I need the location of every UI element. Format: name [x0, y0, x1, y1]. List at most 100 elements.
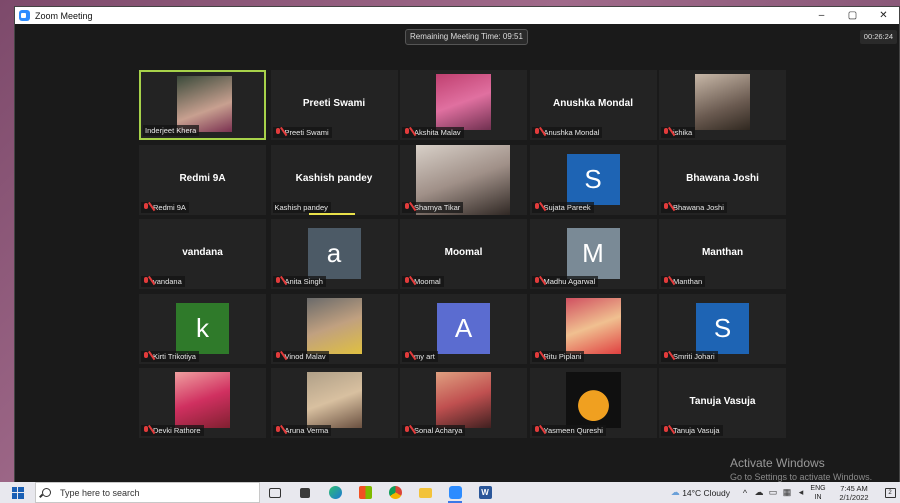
chrome-icon[interactable] — [380, 482, 410, 503]
participant-name-tag: my art — [402, 350, 438, 362]
input-language[interactable]: ENG IN — [808, 484, 828, 502]
search-icon — [42, 488, 51, 497]
participant-video — [436, 74, 491, 130]
participant-name: Sharnya Tikar — [414, 202, 461, 212]
participant-display-name: Redmi 9A — [179, 172, 226, 184]
minimize-button[interactable]: – — [806, 7, 837, 24]
participant-avatar: A — [437, 302, 490, 354]
participant-avatar: M — [566, 228, 620, 279]
zoom-icon[interactable] — [440, 482, 470, 503]
zoom-app-icon — [19, 10, 30, 21]
activate-windows-title: Activate Windows — [730, 456, 825, 470]
window-title: Zoom Meeting — [35, 10, 93, 21]
participant-name: Manthan — [673, 277, 703, 286]
participant-tile[interactable]: Kashish pandey Kashish pandey — [270, 144, 398, 215]
participant-video — [565, 372, 621, 428]
participant-tile[interactable]: ishika — [659, 70, 786, 140]
participant-name-tag: Ritu Piplani — [531, 350, 585, 362]
clock[interactable]: 7:45 AM 2/1/2022 — [828, 484, 880, 502]
participant-tile[interactable]: vandana vandana — [139, 219, 266, 289]
participant-name-tag: vandana — [141, 276, 185, 287]
participant-name: Kirti Trikotiya — [153, 351, 196, 361]
close-button[interactable]: ✕ — [868, 7, 899, 24]
participant-name: Redmi 9A — [153, 202, 186, 212]
participant-tile[interactable]: Ritu Piplani — [529, 293, 657, 364]
participant-avatar: a — [307, 228, 361, 279]
participant-name-tag: Yasmeen Qureshi — [531, 425, 606, 436]
network-icon[interactable]: ▦ — [780, 487, 794, 498]
chevron-up-icon[interactable]: ^ — [738, 488, 752, 498]
participant-tile[interactable]: Devki Rathore — [139, 368, 266, 438]
participant-name-tag: Redmi 9A — [141, 201, 189, 213]
participant-tile[interactable]: Amy art — [400, 293, 527, 364]
participant-display-name: Manthan — [701, 247, 744, 258]
notification-center-button[interactable]: 2 — [880, 482, 900, 503]
participant-video — [565, 297, 621, 354]
windows-logo-icon — [11, 486, 24, 499]
word-icon[interactable]: W — [470, 482, 500, 503]
participant-tile[interactable]: Moomal Moomal — [400, 219, 527, 289]
widgets-icon[interactable] — [290, 482, 320, 503]
participant-name: Smriti Johari — [673, 351, 715, 361]
remaining-time-badge: Remaining Meeting Time: 09:51 — [405, 29, 528, 45]
participant-tile[interactable]: Preeti Swami Preeti Swami — [270, 70, 398, 140]
mic-muted-icon — [403, 277, 411, 286]
title-bar: Zoom Meeting – ▢ ✕ — [15, 7, 899, 24]
participant-tile[interactable]: Manthan Manthan — [659, 219, 786, 289]
edge-icon[interactable] — [320, 482, 350, 503]
file-explorer-icon[interactable] — [410, 482, 440, 503]
participant-video — [306, 297, 362, 354]
participant-display-name: Moomal — [444, 247, 483, 258]
speaker-icon[interactable]: ◂ — [794, 487, 808, 498]
taskbar-search[interactable]: Type here to search — [35, 482, 260, 503]
participant-name: my art — [414, 351, 435, 361]
mic-muted-icon — [533, 128, 541, 137]
meeting-timer: 00:26:24 — [859, 30, 897, 44]
participant-name: Akshita Malav — [414, 128, 461, 137]
participant-tile[interactable]: S Smriti Johari — [659, 293, 786, 364]
participant-avatar: S — [696, 302, 749, 354]
participant-tile[interactable]: Anushka Mondal Anushka Mondal — [529, 70, 657, 140]
participant-tile[interactable]: a Anita Singh — [270, 219, 398, 289]
mic-muted-icon — [403, 426, 411, 435]
participant-video — [695, 74, 750, 130]
mic-muted-icon — [403, 202, 411, 212]
participant-name: Madhu Agarwal — [543, 277, 596, 286]
mic-muted-icon — [142, 351, 150, 361]
onedrive-icon[interactable]: ☁ — [752, 487, 766, 498]
participant-name: Bhawana Joshi — [673, 202, 724, 212]
participant-tile[interactable]: M Madhu Agarwal — [529, 219, 657, 289]
mic-muted-icon — [142, 426, 150, 435]
task-view-icon[interactable] — [260, 482, 290, 503]
maximize-button[interactable]: ▢ — [837, 7, 868, 24]
participant-tile[interactable]: Vinod Malav — [270, 293, 398, 364]
search-placeholder: Type here to search — [60, 487, 140, 498]
participant-tile[interactable]: Inderjeet Khera — [139, 70, 266, 140]
participant-name-tag: Tanuja Vasuja — [661, 425, 723, 436]
region-code: IN — [814, 493, 822, 501]
participant-name-tag: Sharnya Tikar — [402, 201, 464, 213]
participant-display-name: Tanuja Vasuja — [689, 396, 756, 407]
participant-tile[interactable]: Yasmeen Qureshi — [529, 368, 657, 438]
participant-tile[interactable]: Sharnya Tikar — [400, 144, 527, 215]
participant-tile[interactable]: Aruna Verma — [270, 368, 398, 438]
participant-name: Ritu Piplani — [543, 351, 582, 361]
store-icon[interactable] — [350, 482, 380, 503]
participant-tile[interactable]: S Sujata Pareek — [529, 144, 657, 215]
weather-text[interactable]: 14°C Cloudy — [682, 488, 730, 498]
participant-name: Yasmeen Qureshi — [543, 426, 603, 435]
participant-tile[interactable]: Tanuja Vasuja Tanuja Vasuja — [659, 368, 786, 438]
participant-avatar: S — [566, 153, 620, 205]
participant-tile[interactable]: k Kirti Trikotiya — [139, 293, 266, 364]
participant-tile[interactable]: Akshita Malav — [400, 70, 527, 140]
battery-icon[interactable]: ▭ — [766, 487, 780, 498]
participant-tile[interactable]: Sonal Acharya — [400, 368, 527, 438]
start-button[interactable] — [0, 482, 35, 503]
mic-muted-icon — [274, 351, 282, 361]
participant-tile[interactable]: Redmi 9A Redmi 9A — [139, 144, 266, 215]
participant-display-name: vandana — [182, 247, 223, 258]
participant-display-name: Anushka Mondal — [552, 98, 633, 109]
participant-tile[interactable]: Bhawana Joshi Bhawana Joshi — [659, 144, 786, 215]
participant-avatar: k — [176, 302, 229, 354]
participant-display-name: Preeti Swami — [302, 98, 366, 109]
